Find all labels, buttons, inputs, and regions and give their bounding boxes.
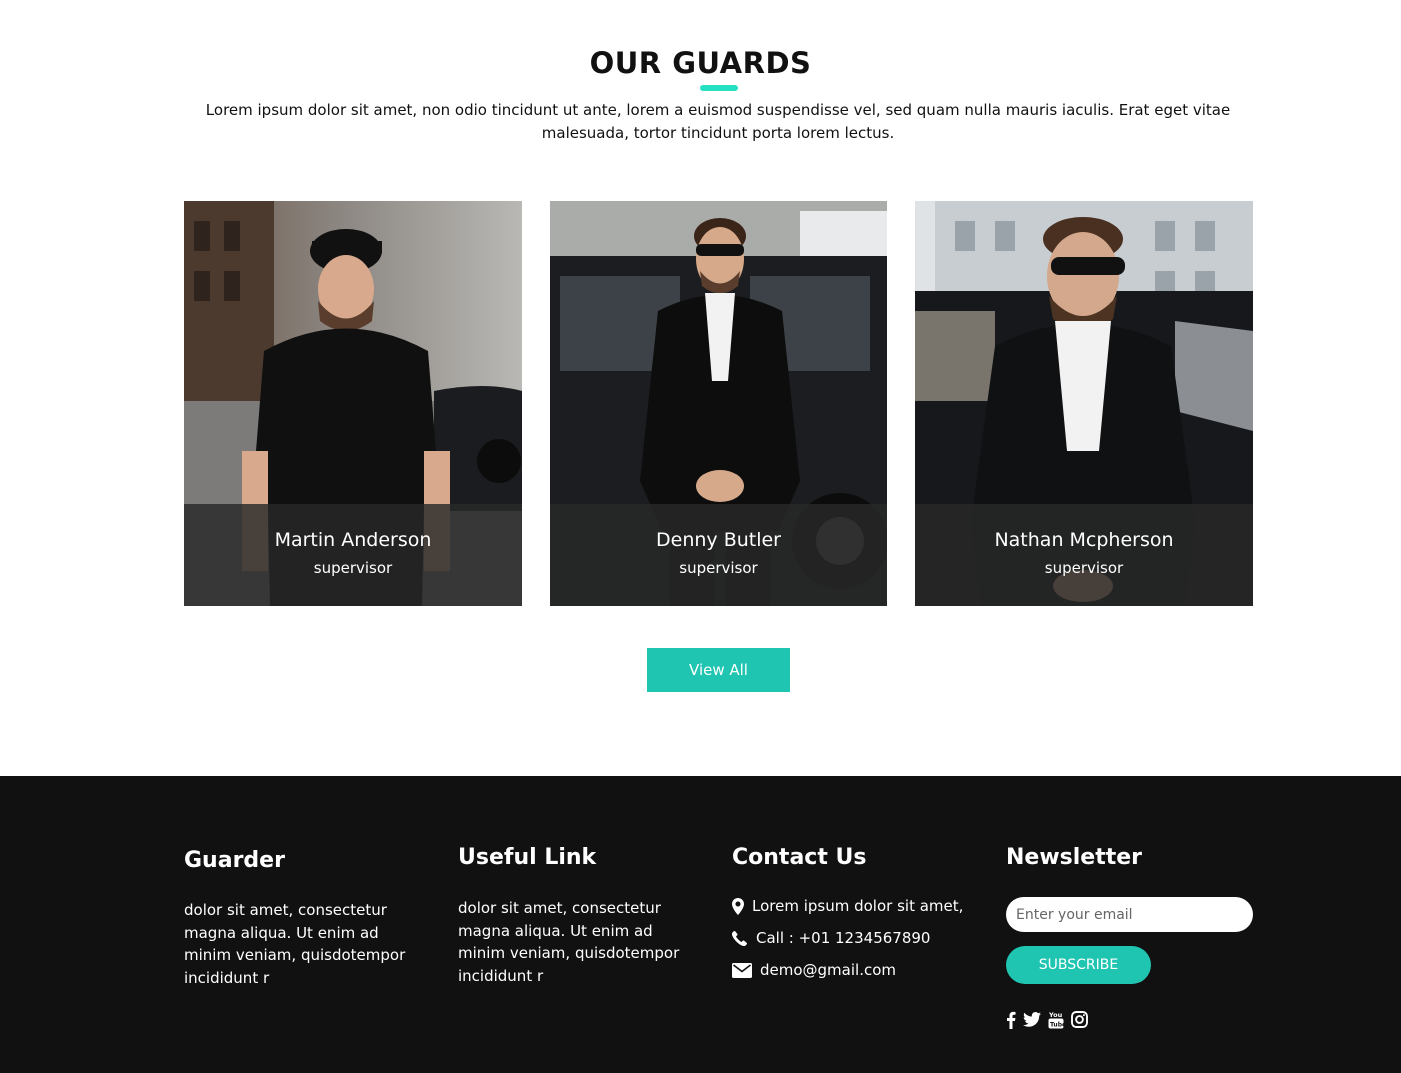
twitter-icon[interactable] xyxy=(1023,1012,1041,1027)
guard-card[interactable]: Nathan Mcpherson supervisor xyxy=(915,201,1253,606)
newsletter-email-input[interactable] xyxy=(1006,897,1253,932)
guard-caption: Martin Anderson supervisor xyxy=(184,504,522,606)
view-all-button[interactable]: View All xyxy=(647,648,790,692)
useful-link-heading: Useful Link xyxy=(458,845,597,870)
guard-caption: Nathan Mcpherson supervisor xyxy=(915,504,1253,606)
instagram-icon[interactable] xyxy=(1071,1011,1088,1028)
guard-card[interactable]: Denny Butler supervisor xyxy=(550,201,887,606)
youtube-icon[interactable]: You Tube xyxy=(1048,1010,1064,1029)
facebook-icon[interactable] xyxy=(1006,1011,1016,1029)
phone-icon xyxy=(732,930,747,946)
guard-role: supervisor xyxy=(679,559,758,577)
svg-text:Tube: Tube xyxy=(1050,1022,1064,1029)
guard-caption: Denny Butler supervisor xyxy=(550,504,887,606)
footer-brand[interactable]: Guarder xyxy=(184,848,285,873)
guard-role: supervisor xyxy=(1044,559,1124,577)
footer-brand-text: dolor sit amet, consectetur magna aliqua… xyxy=(184,901,406,987)
contact-address: Lorem ipsum dolor sit amet, xyxy=(732,897,963,915)
map-pin-icon xyxy=(732,897,744,915)
guard-card[interactable]: Martin Anderson supervisor xyxy=(184,201,522,606)
newsletter-heading: Newsletter xyxy=(1006,845,1143,870)
svg-text:You: You xyxy=(1048,1011,1063,1019)
contact-phone-text[interactable]: Call : +01 1234567890 xyxy=(756,929,930,947)
section-intro: Lorem ipsum dolor sit amet, non odio tin… xyxy=(205,101,1231,142)
subscribe-button[interactable]: SUBSCRIBE xyxy=(1006,946,1151,984)
contact-phone: Call : +01 1234567890 xyxy=(732,929,930,947)
contact-email-text[interactable]: demo@gmail.com xyxy=(760,961,896,979)
contact-address-text: Lorem ipsum dolor sit amet, xyxy=(752,897,964,915)
contact-heading: Contact Us xyxy=(732,845,867,870)
title-underline xyxy=(700,85,738,91)
footer: Guarder dolor sit amet, consectetur magn… xyxy=(0,776,1401,1073)
contact-email: demo@gmail.com xyxy=(732,961,896,979)
useful-link-text: dolor sit amet, consectetur magna aliqua… xyxy=(458,899,680,985)
social-links: You Tube xyxy=(1006,1010,1095,1029)
guard-name: Martin Anderson xyxy=(274,529,432,551)
guard-role: supervisor xyxy=(313,559,393,577)
section-title: OUR GUARDS xyxy=(589,46,812,80)
envelope-icon xyxy=(732,962,752,978)
guards-section: OUR GUARDS Lorem ipsum dolor sit amet, n… xyxy=(0,0,1401,776)
guard-name: Nathan Mcpherson xyxy=(994,529,1174,551)
guard-name: Denny Butler xyxy=(656,529,781,551)
